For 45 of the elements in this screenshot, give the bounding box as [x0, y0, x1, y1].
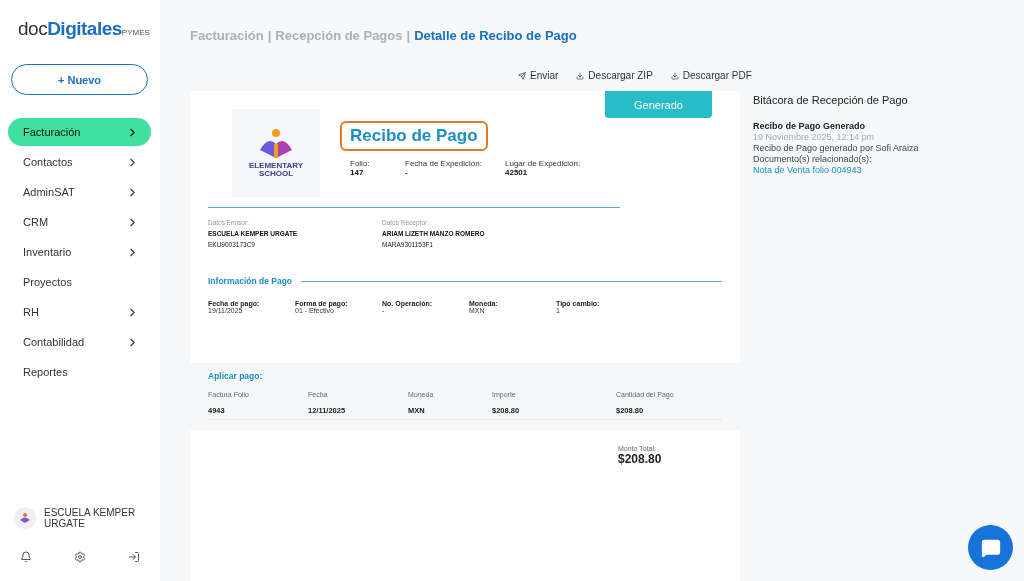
sidebar-item[interactable]: Proyectos — [8, 268, 151, 296]
field-value: - — [405, 168, 409, 177]
field-value: 42501 — [505, 168, 529, 177]
sidebar-item[interactable]: Reportes — [8, 358, 151, 386]
sidebar-item[interactable]: Inventario — [8, 238, 151, 266]
breadcrumb-separator: | — [406, 28, 411, 43]
log-entry-time: 19 Noviembre 2025, 12:14 pm — [753, 132, 876, 143]
total-amount: $208.80 — [618, 452, 663, 466]
section-title: Aplicar pago: — [208, 371, 264, 381]
chat-button[interactable] — [968, 525, 1013, 570]
field-label: Lugar de Expedición: — [505, 159, 582, 168]
status-badge: Generado — [605, 91, 712, 118]
sidebar-item[interactable]: RH — [8, 298, 151, 326]
field-label: Fecha de Expedición: — [405, 159, 483, 168]
send-button[interactable]: Enviar — [518, 70, 559, 81]
download-button[interactable]: Descargar PDF — [670, 70, 752, 81]
related-document-link[interactable]: Nota de Venta folio 004943 — [753, 165, 1024, 176]
brand-logo: docDigitalesPYMES — [17, 18, 151, 41]
sidebar-item[interactable]: CRM — [8, 208, 151, 236]
sidebar-item[interactable]: Facturación — [8, 118, 151, 146]
breadcrumb-item: Detalle de Recibo de Pago — [414, 28, 577, 43]
download-icon — [670, 71, 679, 80]
breadcrumb-separator: | — [267, 28, 272, 43]
account-name: ESCUELA KEMPER URGATE — [44, 507, 137, 529]
download-icon — [576, 71, 585, 80]
logout-icon[interactable] — [128, 551, 140, 563]
document-title: Recibo de Pago — [340, 121, 488, 151]
send-icon — [518, 71, 526, 80]
chat-icon — [980, 537, 1001, 558]
new-button[interactable]: + Nuevo — [11, 64, 148, 95]
log-entry-text: Recibo de Pago generado por Sofi Araiza — [753, 143, 920, 154]
sidebar-item[interactable]: Contabilidad — [8, 328, 151, 356]
notification-icon[interactable] — [20, 551, 32, 563]
log-title: Bitácora de Recepción de Pago — [753, 94, 909, 106]
field-label: Folio: — [350, 159, 371, 168]
sidebar-item[interactable]: AdminSAT — [8, 178, 151, 206]
download-button[interactable]: Descargar ZIP — [576, 70, 653, 81]
field-value: 147 — [350, 168, 365, 177]
log-entry-text: Documento(s) relacionado(s): — [753, 154, 873, 165]
section-title: Información de Pago — [208, 276, 293, 286]
log-entry-title: Recibo de Pago Generado — [753, 121, 867, 132]
sidebar-item[interactable]: Contactos — [8, 148, 151, 176]
account-avatar — [14, 507, 36, 529]
settings-icon[interactable] — [74, 551, 86, 563]
school-logo: ELEMENTARY SCHOOL — [232, 109, 320, 197]
